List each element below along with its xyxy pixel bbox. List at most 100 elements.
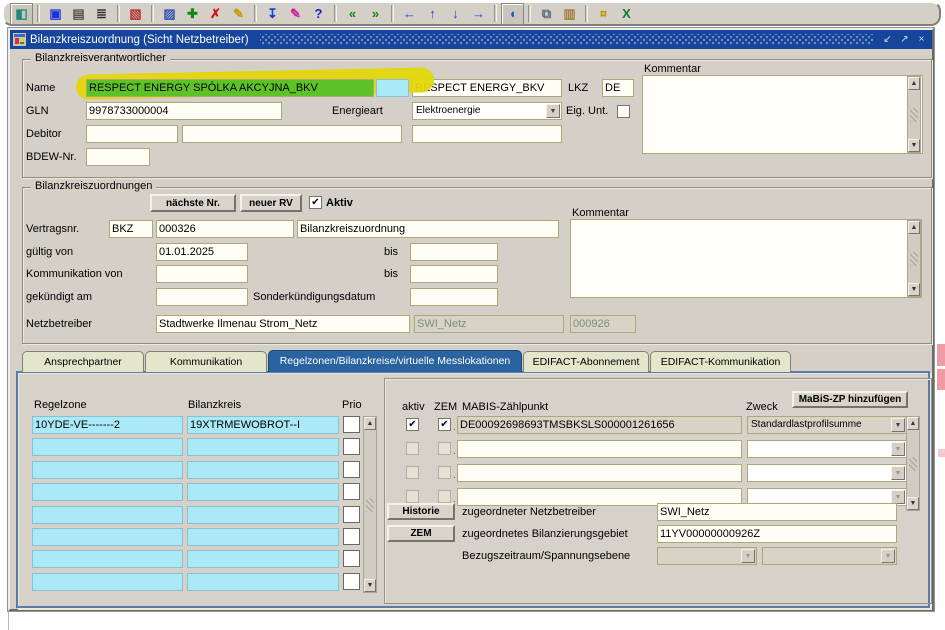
scrollbar-grip[interactable] — [366, 498, 374, 512]
kommentar1-scrollbar[interactable]: ▲▼ — [907, 76, 921, 153]
prio-cell[interactable] — [343, 483, 360, 500]
debitor-field-2[interactable] — [182, 125, 402, 143]
aktiv-checkbox[interactable]: ✔ — [309, 196, 322, 209]
delete-record-icon[interactable]: ✗ — [204, 3, 227, 25]
scroll-up-icon[interactable]: ▲ — [364, 417, 376, 430]
dropdown-arrow-icon[interactable]: ▼ — [741, 549, 755, 563]
previous-block-icon[interactable]: « — [341, 3, 364, 25]
download-icon[interactable]: ↧ — [261, 3, 284, 25]
prio-cell[interactable] — [343, 573, 360, 590]
naechste-nr-button[interactable]: nächste Nr. — [150, 194, 236, 212]
mabis-zaehlpunkt-field[interactable] — [457, 464, 742, 482]
minimize-icon[interactable]: ↙ — [880, 33, 895, 47]
mabis-zaehlpunkt-field[interactable]: DE00092698693TMSBKSLS000001261656 — [457, 416, 742, 434]
dropdown-arrow-icon[interactable]: ▼ — [891, 466, 905, 480]
arrow-up-icon[interactable]: ↑ — [421, 3, 444, 25]
bilanzkreis-cell[interactable]: 19XTRMEWOBROT--I — [187, 416, 339, 434]
bilanzkreis-cell[interactable] — [187, 461, 339, 479]
bezugszeitraum-dropdown[interactable]: ▼ — [657, 547, 757, 565]
dropdown-arrow-icon[interactable]: ▼ — [881, 549, 895, 563]
bilanzkreis-cell[interactable] — [187, 506, 339, 524]
prio-cell[interactable] — [343, 506, 360, 523]
tab-edifact-abonnement[interactable]: EDIFACT-Abonnement — [523, 351, 649, 372]
mabis-aktiv-checkbox[interactable] — [406, 466, 419, 479]
lkz-field[interactable]: DE — [602, 79, 634, 97]
navigator-icon[interactable]: ◖ — [501, 3, 524, 25]
list-icon[interactable]: ≣ — [90, 3, 113, 25]
scrollbar-grip[interactable] — [910, 108, 918, 122]
help-icon[interactable]: ? — [307, 3, 330, 25]
vertrag-bezeichnung-field[interactable]: Bilanzkreiszuordnung — [297, 220, 559, 238]
excel-export-icon[interactable]: X — [615, 3, 638, 25]
regelzone-cell[interactable] — [32, 550, 183, 568]
regelzone-cell[interactable] — [32, 483, 183, 501]
next-block-icon[interactable]: » — [364, 3, 387, 25]
mabis-aktiv-checkbox[interactable]: ✔ — [406, 418, 419, 431]
zugeordneter-netzbetreiber-field[interactable]: SWI_Netz — [657, 503, 897, 521]
arrow-left-icon[interactable]: ← — [398, 3, 421, 25]
scrollbar-grip[interactable] — [909, 457, 917, 471]
bilanzkreis-cell[interactable] — [187, 438, 339, 456]
scroll-down-icon[interactable]: ▼ — [907, 497, 919, 510]
netzbetreiber-name-field[interactable]: Stadtwerke Ilmenau Strom_Netz — [156, 315, 410, 333]
kommunikation-bis-field[interactable] — [410, 265, 498, 283]
mabis-zp-hinzufuegen-button[interactable]: MaBiS-ZP hinzufügen — [792, 391, 908, 408]
mabis-zem-checkbox[interactable] — [438, 442, 451, 455]
mabis-aktiv-checkbox[interactable] — [406, 490, 419, 503]
dropdown-arrow-icon[interactable]: ▼ — [891, 442, 905, 456]
mabis-zem-checkbox[interactable]: ✔ — [438, 418, 451, 431]
window-titlebar[interactable]: Bilanzkreiszuordnung (Sicht Netzbetreibe… — [10, 30, 932, 49]
dropdown-arrow-icon[interactable]: ▼ — [891, 490, 905, 504]
zweck-dropdown[interactable]: Standardlastprofilsumme▼ — [747, 416, 907, 434]
enter-query-icon[interactable]: ▨ — [158, 3, 181, 25]
name-alias-field[interactable]: RESPECT ENERGY_BKV — [412, 79, 562, 97]
regelzone-cell[interactable] — [32, 573, 183, 591]
print-icon[interactable]: ▤ — [67, 3, 90, 25]
kommentar-textarea-2[interactable] — [570, 219, 922, 298]
bilanzkreis-cell[interactable] — [187, 573, 339, 591]
scroll-up-icon[interactable]: ▲ — [908, 77, 920, 90]
mabis-zem-checkbox[interactable] — [438, 466, 451, 479]
exit-icon[interactable]: ◧ — [10, 3, 33, 25]
insert-record-icon[interactable]: ✚ — [181, 3, 204, 25]
save-icon[interactable]: ▣ — [44, 3, 67, 25]
scroll-up-icon[interactable]: ▲ — [907, 417, 919, 430]
scroll-down-icon[interactable]: ▼ — [908, 139, 920, 152]
spannungsebene-dropdown[interactable]: ▼ — [762, 547, 897, 565]
prio-cell[interactable] — [343, 416, 360, 433]
eig-unt-checkbox[interactable] — [617, 105, 630, 118]
scroll-down-icon[interactable]: ▼ — [364, 579, 376, 592]
gueltig-von-field[interactable]: 01.01.2025 — [156, 243, 248, 261]
neuer-rv-button[interactable]: neuer RV — [240, 194, 302, 212]
zweck-dropdown[interactable]: ▼ — [747, 440, 907, 458]
prio-cell[interactable] — [343, 528, 360, 545]
edit-icon[interactable]: ✎ — [284, 3, 307, 25]
bilanzierungsgebiet-field[interactable]: 11YV00000000926Z — [657, 525, 897, 543]
scroll-down-icon[interactable]: ▼ — [908, 283, 920, 296]
zweck-dropdown[interactable]: ▼ — [747, 464, 907, 482]
bdew-field[interactable] — [86, 148, 150, 166]
bilanzkreis-cell[interactable] — [187, 550, 339, 568]
update-record-icon[interactable]: ✎ — [227, 3, 250, 25]
tab-kommunikation[interactable]: Kommunikation — [145, 351, 267, 372]
arrow-down-icon[interactable]: ↓ — [444, 3, 467, 25]
regelzone-cell[interactable] — [32, 461, 183, 479]
historie-button[interactable]: Historie — [387, 503, 455, 520]
bilanzkreis-cell[interactable] — [187, 528, 339, 546]
zem-button[interactable]: ZEM — [387, 525, 455, 542]
tab-regelzonen-bilanzkreise[interactable]: Regelzonen/Bilanzkreise/virtuelle Messlo… — [268, 350, 522, 372]
gln-field[interactable]: 9978733000004 — [86, 102, 282, 120]
kommentar-textarea-1[interactable] — [642, 75, 923, 154]
close-icon[interactable]: × — [914, 33, 929, 47]
regelzonen-scrollbar[interactable]: ▲▼ — [363, 416, 377, 593]
arrow-right-icon[interactable]: → — [467, 3, 490, 25]
clear-form-icon[interactable]: ▧ — [124, 3, 147, 25]
kommentar2-scrollbar[interactable]: ▲▼ — [907, 220, 921, 297]
kommunikation-von-field[interactable] — [156, 265, 248, 283]
gueltig-bis-field[interactable] — [410, 243, 498, 261]
scroll-up-icon[interactable]: ▲ — [908, 221, 920, 234]
mabis-zem-checkbox[interactable] — [438, 490, 451, 503]
dropdown-arrow-icon[interactable]: ▼ — [891, 418, 905, 432]
regelzone-cell[interactable] — [32, 506, 183, 524]
copy-record-icon[interactable]: ⧉ — [535, 3, 558, 25]
